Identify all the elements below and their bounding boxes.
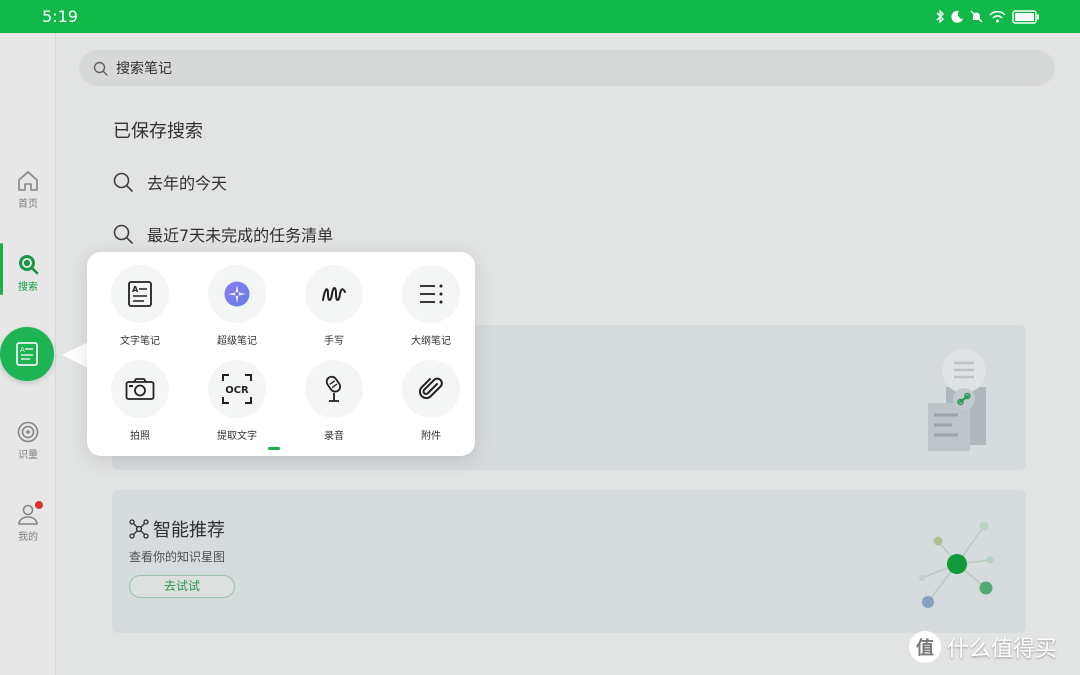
bluetooth-icon <box>936 10 944 23</box>
popup-item-label: 拍照 <box>130 431 150 442</box>
popup-pointer <box>62 342 88 368</box>
battery-icon <box>1012 9 1039 24</box>
paperclip-icon <box>418 377 443 400</box>
status-bar: 5:19 <box>0 0 1080 33</box>
popup-item-label: 手写 <box>324 336 344 347</box>
status-time: 5:19 <box>42 7 78 26</box>
popup-item-super-note[interactable]: 超级笔记 <box>192 265 282 347</box>
camera-icon <box>125 378 155 400</box>
svg-text:A: A <box>132 285 139 294</box>
page-indicator <box>268 447 280 450</box>
microphone-icon-circle <box>305 360 363 418</box>
wifi-icon <box>989 10 1006 23</box>
popup-item-extract-text[interactable]: OCR 提取文字 <box>192 360 282 442</box>
watermark-text: 什么值得买 <box>947 637 1058 662</box>
popup-item-outline-note[interactable]: 大纲笔记 <box>386 265 476 347</box>
popup-item-label: 录音 <box>324 431 344 442</box>
outline-note-icon <box>420 284 443 304</box>
text-note-icon: A <box>128 281 152 307</box>
popup-item-label: 文字笔记 <box>120 336 160 347</box>
moon-icon <box>951 10 963 23</box>
outline-note-icon-circle <box>402 265 460 323</box>
camera-icon-circle <box>111 360 169 418</box>
popup-item-label: 大纲笔记 <box>411 336 451 347</box>
popup-item-camera[interactable]: 拍照 <box>95 360 185 442</box>
watermark-logo: 值 <box>909 631 941 663</box>
popup-item-handwriting[interactable]: 手写 <box>289 265 379 347</box>
microphone-icon <box>325 375 342 402</box>
popup-item-label: 提取文字 <box>217 431 257 442</box>
create-note-popup: A 文字笔记 超级笔记 手写 大纲笔记 拍照 OCR 提取文字 录音 附件 <box>87 252 475 456</box>
ocr-badge-text: OCR <box>225 385 249 396</box>
ocr-icon: OCR <box>222 374 252 404</box>
handwriting-icon-circle <box>305 265 363 323</box>
ocr-icon-circle: OCR <box>208 360 266 418</box>
super-note-icon <box>224 281 250 307</box>
popup-item-label: 附件 <box>421 431 441 442</box>
super-note-icon-circle <box>208 265 266 323</box>
popup-item-attachment[interactable]: 附件 <box>386 360 476 442</box>
popup-item-label: 超级笔记 <box>217 336 257 347</box>
popup-item-text-note[interactable]: A 文字笔记 <box>95 265 185 347</box>
paperclip-icon-circle <box>402 360 460 418</box>
popup-item-recording[interactable]: 录音 <box>289 360 379 442</box>
handwriting-icon <box>322 287 346 301</box>
mute-bell-icon <box>970 10 983 23</box>
status-icons <box>935 9 1040 24</box>
text-note-icon-circle: A <box>111 265 169 323</box>
watermark: 值 什么值得买 <box>909 631 1057 663</box>
